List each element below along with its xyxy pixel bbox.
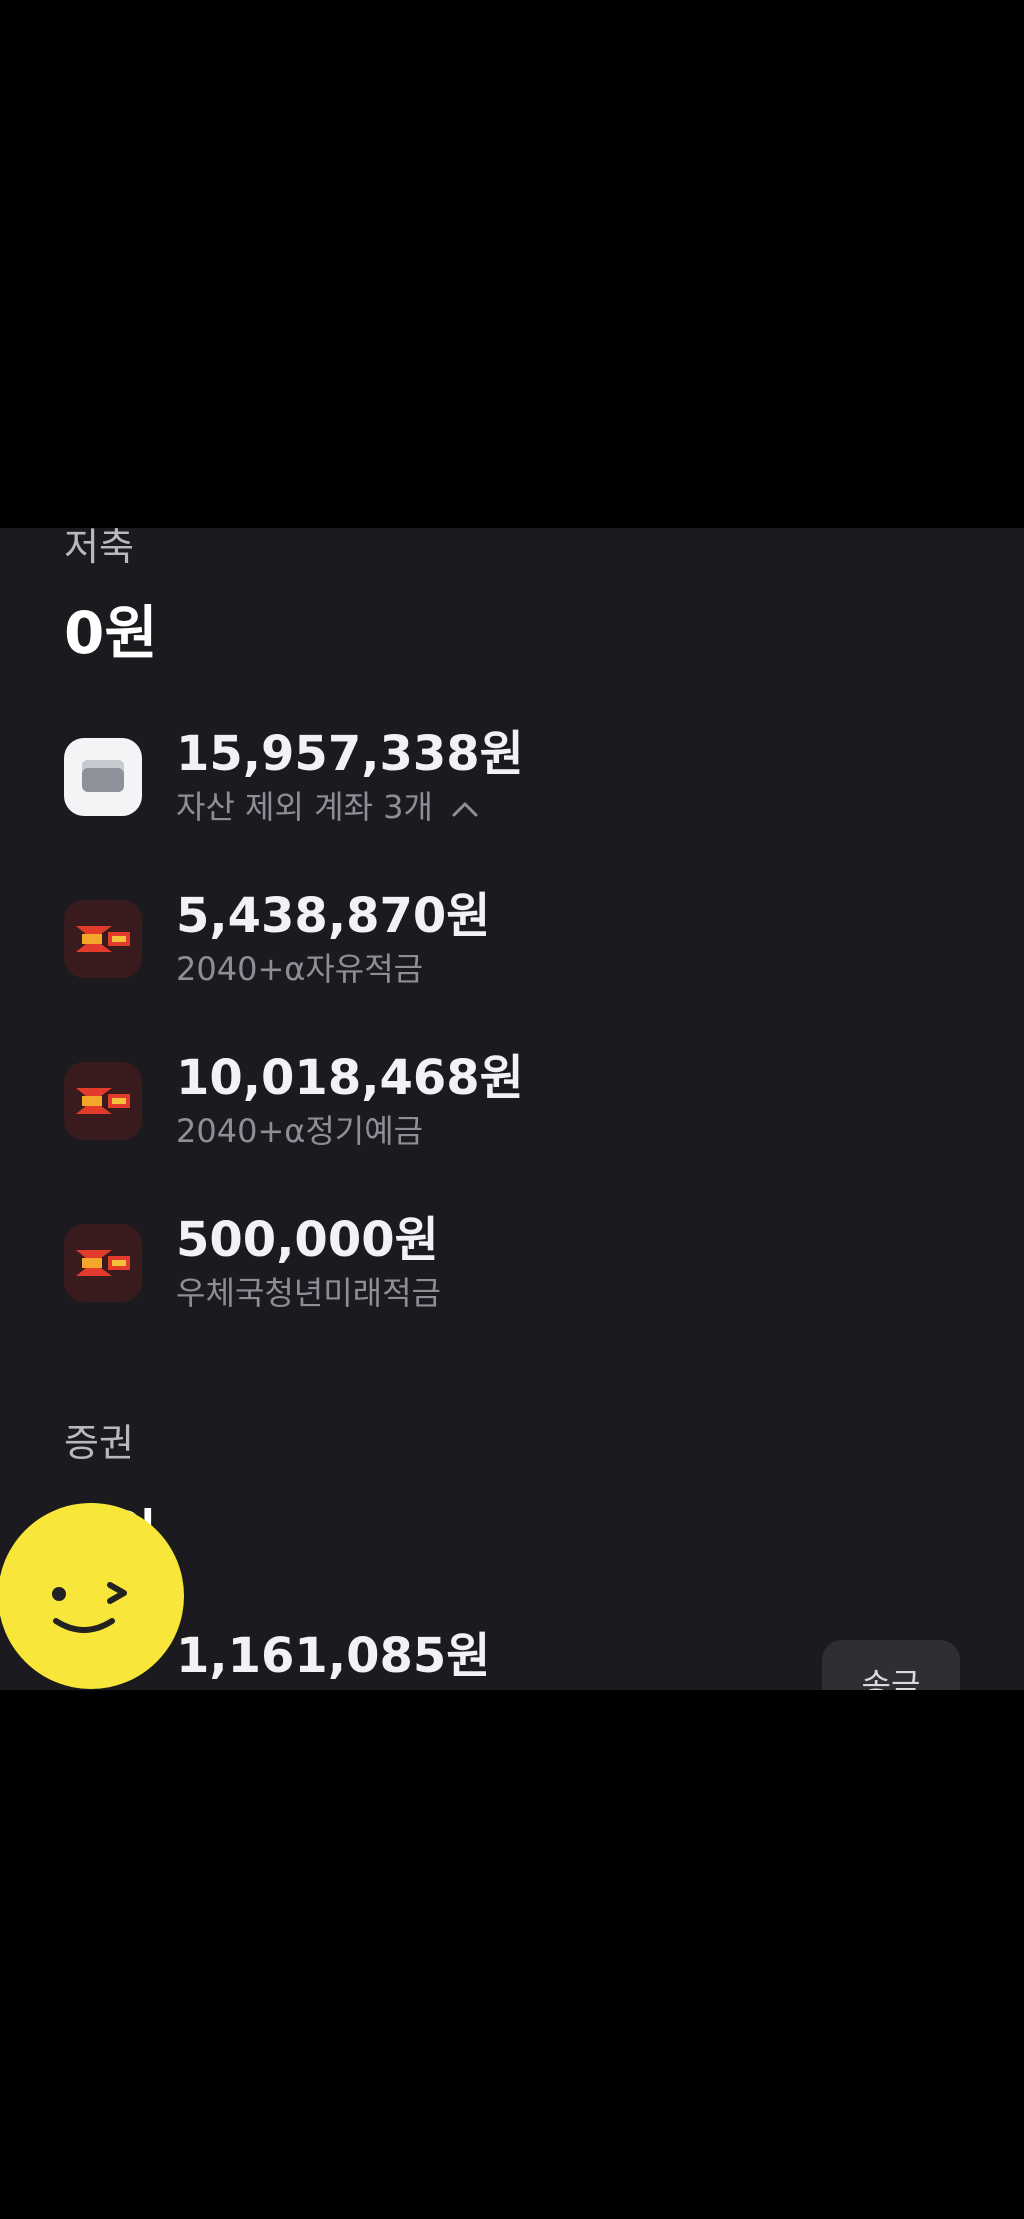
account-name-text: 자산 제외 계좌 3개 [176,788,433,826]
securities-section-label: 증권 [64,1421,134,1465]
account-amount: 1,161,085원 [176,1628,491,1684]
chevron-up-icon[interactable] [451,799,479,819]
bank-logo-icon [64,1224,142,1302]
wink-face-icon [52,1582,127,1633]
account-name: 우체국청년미래적금 [176,1274,441,1312]
account-name: 자산 제외 계좌 3개 [176,788,479,826]
floating-chat-button[interactable] [0,1503,184,1689]
account-amount: 10,018,468원 [176,1050,524,1106]
card-icon [64,738,142,816]
account-name: 2040+α자유적금 [176,950,424,988]
bank-logo-icon [64,900,142,978]
savings-section-label: 저축 [64,528,134,569]
account-name: 2040+α정기예금 [176,1112,424,1150]
savings-total: 0원 [64,599,158,667]
account-row-free-savings[interactable]: 5,438,870원 2040+α자유적금 [64,890,964,990]
account-row-term-deposit[interactable]: 10,018,468원 2040+α정기예금 [64,1052,964,1152]
account-amount: 15,957,338원 [176,726,524,782]
send-money-button[interactable]: 송금 [822,1640,960,1690]
top-letterbox [0,0,1024,528]
account-row-youth-savings[interactable]: 500,000원 우체국청년미래적금 [64,1214,964,1314]
account-row-excluded[interactable]: 15,957,338원 자산 제외 계좌 3개 [64,728,964,828]
assets-screen: 저축 0원 15,957,338원 자산 제외 계좌 3개 5,438,870원… [0,528,1024,1690]
account-amount: 500,000원 [176,1212,439,1268]
bank-logo-icon [64,1062,142,1140]
bottom-letterbox [0,1690,1024,2219]
account-amount: 5,438,870원 [176,888,491,944]
